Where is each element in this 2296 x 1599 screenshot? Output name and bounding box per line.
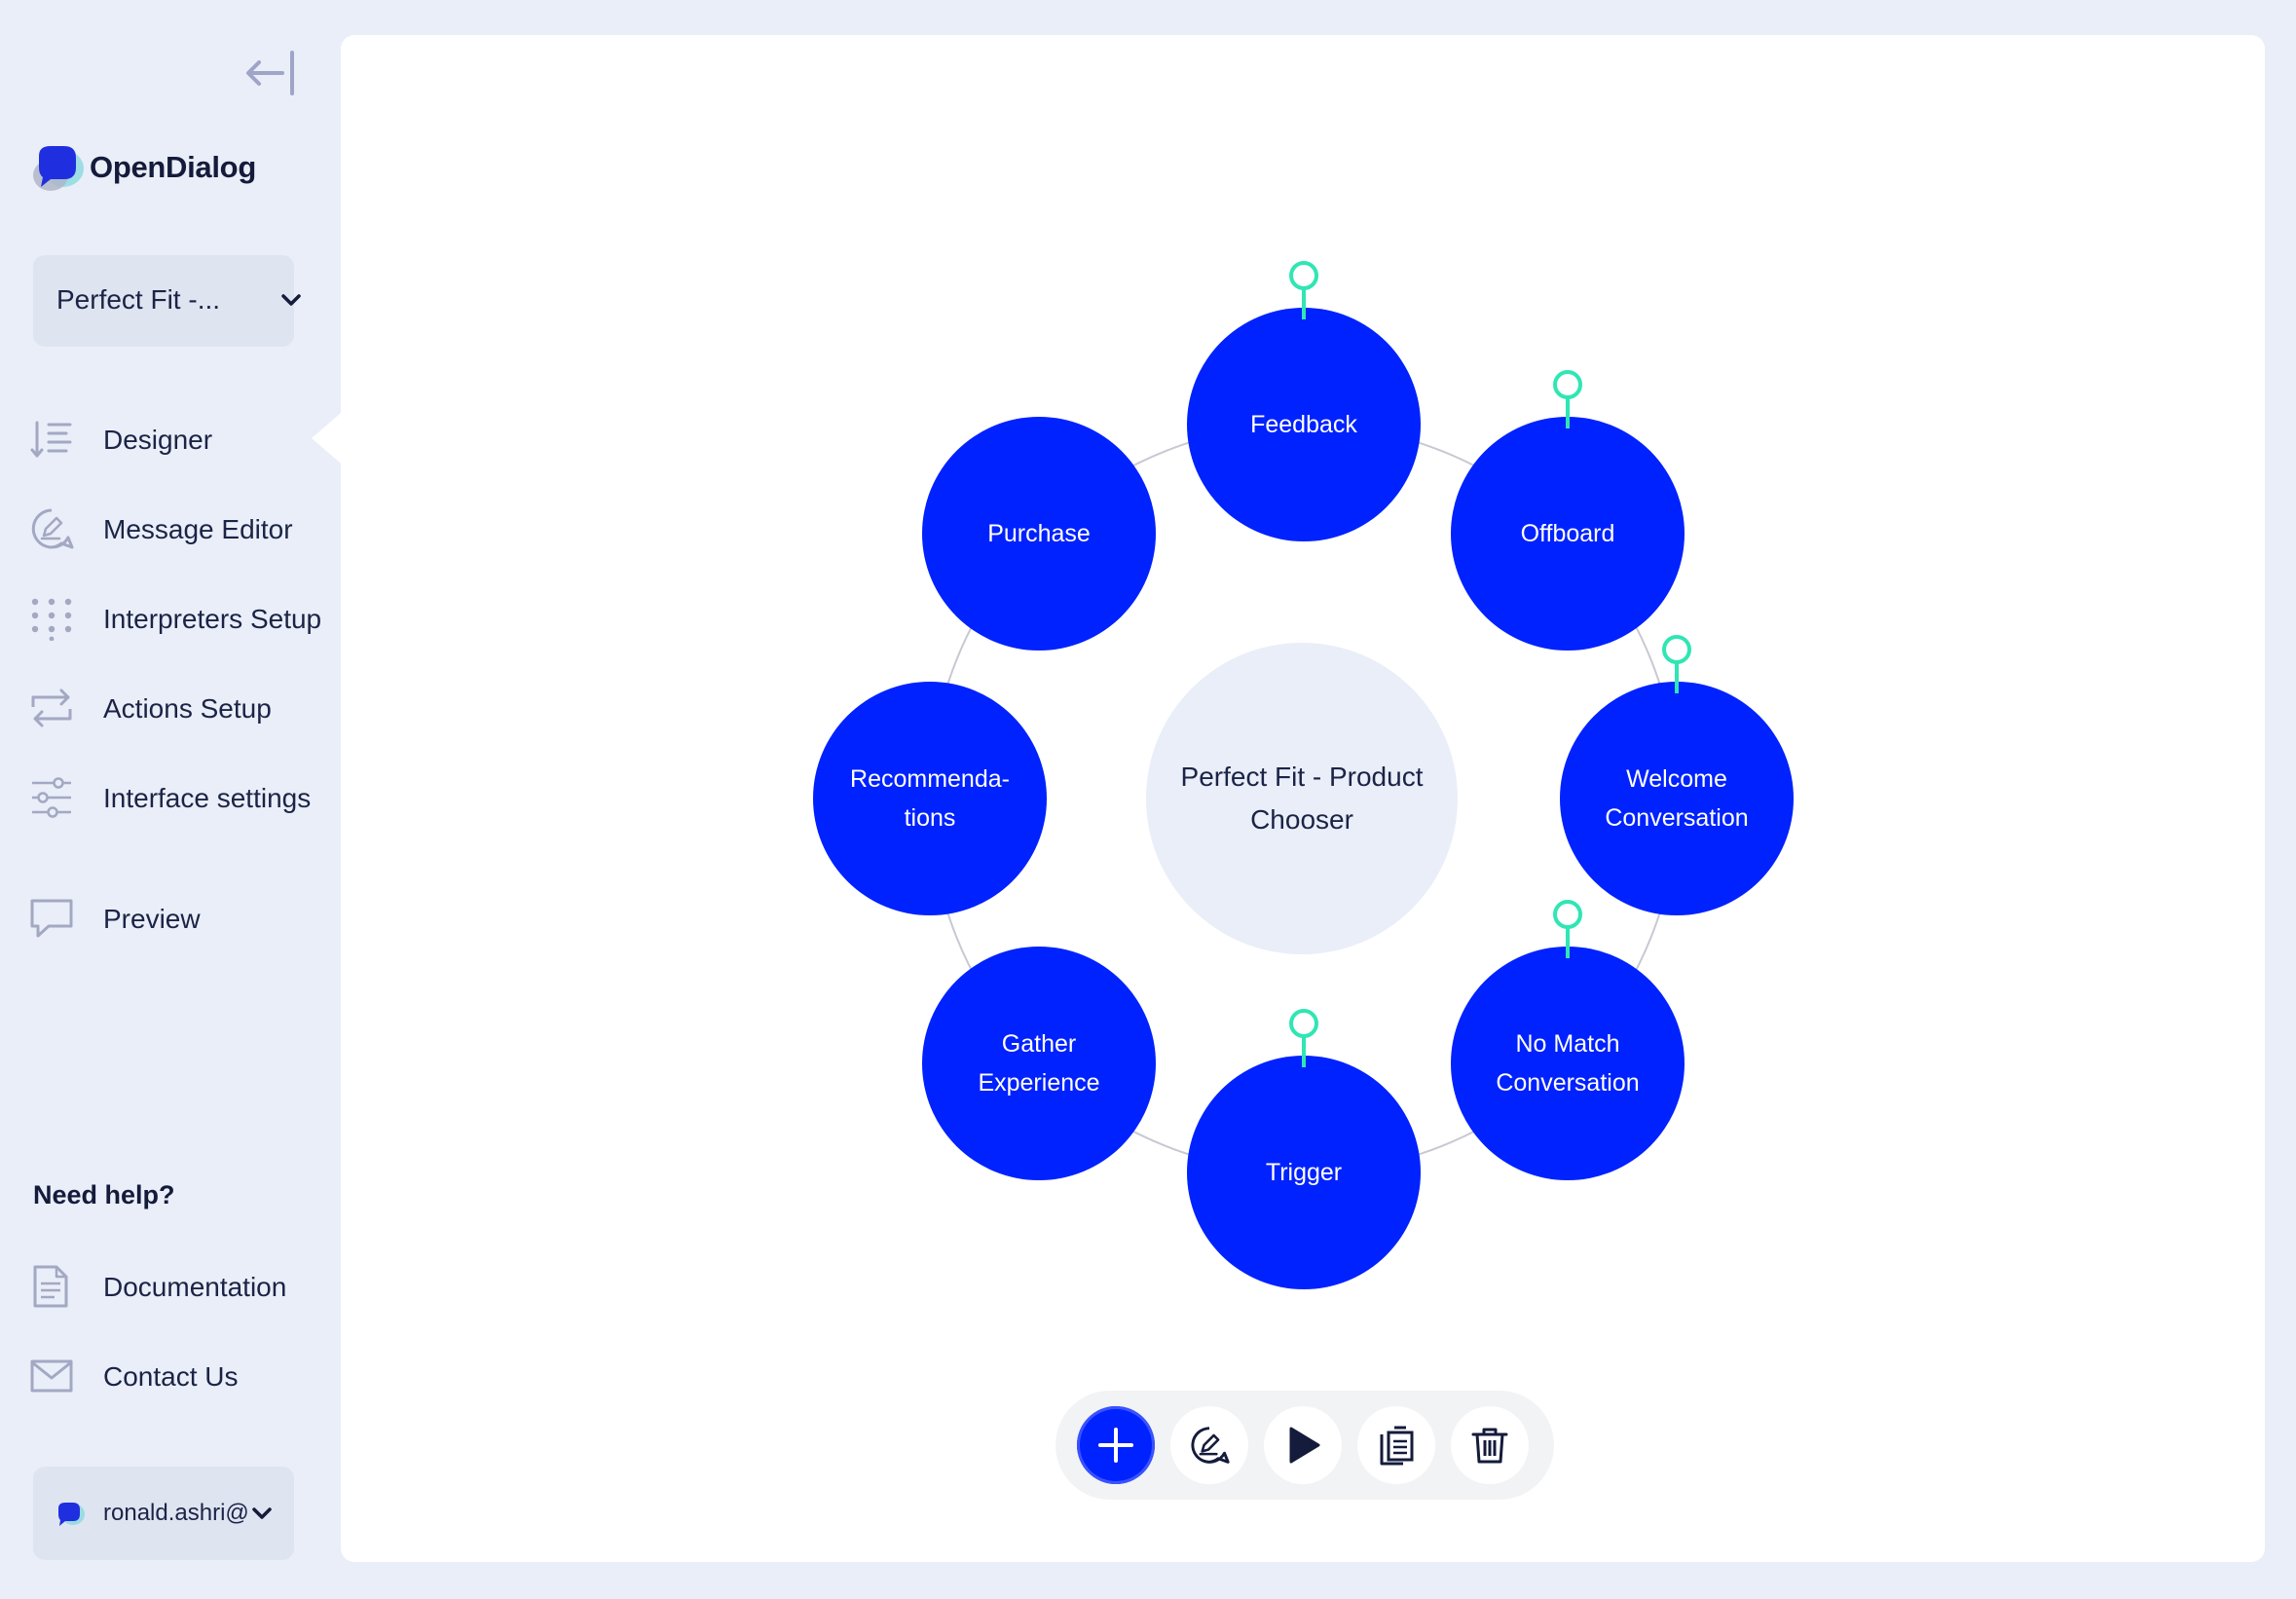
conversation-node-label: No Match Conversation bbox=[1496, 1030, 1640, 1097]
interpreters-icon bbox=[31, 598, 72, 641]
sidebar-item-documentation[interactable]: Documentation bbox=[29, 1258, 341, 1313]
conversation-node-purchase[interactable]: Purchase bbox=[922, 417, 1156, 651]
sidebar-item-label: Actions Setup bbox=[103, 693, 272, 724]
sidebar-item-message-editor[interactable]: Message Editor bbox=[29, 501, 341, 555]
conversation-node-label: Purchase bbox=[987, 520, 1091, 547]
document-icon bbox=[33, 1265, 68, 1308]
logo-text: OpenDialog bbox=[90, 150, 256, 184]
user-menu[interactable]: ronald.ashri@ bbox=[33, 1467, 294, 1560]
sidebar-item-label: Designer bbox=[103, 425, 213, 455]
edit-messages-button[interactable] bbox=[1170, 1406, 1248, 1484]
conversation-node-no-match[interactable]: No Match Conversation bbox=[1451, 947, 1685, 1180]
conversation-node-label: Welcome Conversation bbox=[1605, 765, 1749, 832]
duplicate-icon bbox=[1380, 1426, 1414, 1466]
sidebar: OpenDialog Perfect Fit -... Designer Mes… bbox=[0, 0, 341, 1599]
designer-canvas: Perfect Fit - Product Chooser Feedback O… bbox=[341, 35, 2265, 1562]
trash-icon bbox=[1471, 1428, 1508, 1464]
sidebar-item-label: Message Editor bbox=[103, 514, 293, 544]
sliders-icon bbox=[32, 777, 71, 818]
conversation-node-feedback[interactable]: Feedback bbox=[1187, 308, 1421, 541]
conversation-node-trigger[interactable]: Trigger bbox=[1187, 1056, 1421, 1289]
delete-button[interactable] bbox=[1451, 1406, 1529, 1484]
pin-icon[interactable] bbox=[1551, 368, 1584, 430]
conversation-node-label: Recommenda-tions bbox=[850, 765, 1010, 832]
designer-toolbar bbox=[1055, 1391, 1554, 1500]
duplicate-button[interactable] bbox=[1357, 1406, 1435, 1484]
sidebar-item-actions-setup[interactable]: Actions Setup bbox=[29, 680, 341, 734]
sidebar-item-contact-us[interactable]: Contact Us bbox=[29, 1348, 341, 1402]
play-icon bbox=[1289, 1427, 1320, 1464]
message-editor-icon bbox=[31, 508, 74, 549]
preview-play-button[interactable] bbox=[1264, 1406, 1342, 1484]
scenario-selector-value: Perfect Fit -... bbox=[56, 284, 221, 315]
sidebar-item-label: Documentation bbox=[103, 1272, 287, 1302]
sidebar-item-interpreters-setup[interactable]: Interpreters Setup bbox=[29, 590, 341, 645]
conversation-node-label: Gather Experience bbox=[978, 1030, 1100, 1097]
chat-edit-icon bbox=[1191, 1427, 1230, 1464]
pin-icon[interactable] bbox=[1551, 898, 1584, 960]
mail-icon bbox=[30, 1359, 73, 1393]
help-heading: Need help? bbox=[33, 1180, 175, 1209]
preview-icon bbox=[30, 899, 73, 938]
chevron-down-icon bbox=[252, 1507, 272, 1519]
opendialog-logo-icon bbox=[33, 146, 84, 191]
conversation-node-recommendations[interactable]: Recommenda-tions bbox=[813, 682, 1047, 915]
conversation-node-welcome[interactable]: Welcome Conversation bbox=[1560, 682, 1794, 915]
add-button[interactable] bbox=[1077, 1406, 1155, 1484]
opendialog-logo[interactable]: OpenDialog bbox=[31, 138, 265, 197]
sidebar-item-label: Interpreters Setup bbox=[103, 604, 322, 634]
chevron-down-icon bbox=[281, 294, 301, 306]
scenario-center-node[interactable]: Perfect Fit - Product Chooser bbox=[1146, 643, 1458, 954]
sidebar-item-designer[interactable]: Designer bbox=[29, 411, 341, 465]
conversation-node-offboard[interactable]: Offboard bbox=[1451, 417, 1685, 651]
pin-icon[interactable] bbox=[1660, 633, 1693, 695]
sidebar-item-label: Preview bbox=[103, 904, 201, 934]
active-item-indicator bbox=[312, 413, 341, 464]
sidebar-item-preview[interactable]: Preview bbox=[29, 890, 341, 945]
user-avatar-icon bbox=[58, 1503, 85, 1526]
pin-icon[interactable] bbox=[1287, 259, 1320, 321]
plus-icon bbox=[1098, 1428, 1133, 1463]
sidebar-item-label: Contact Us bbox=[103, 1361, 239, 1392]
designer-icon bbox=[30, 421, 72, 458]
scenario-center-label: Perfect Fit - Product Chooser bbox=[1180, 762, 1424, 835]
sidebar-item-label: Interface settings bbox=[103, 783, 312, 813]
sidebar-item-interface-settings[interactable]: Interface settings bbox=[29, 769, 341, 824]
conversation-node-label: Trigger bbox=[1265, 1159, 1343, 1186]
collapse-sidebar-button[interactable] bbox=[241, 49, 296, 97]
scenario-selector[interactable]: Perfect Fit -... bbox=[33, 255, 301, 347]
pin-icon[interactable] bbox=[1287, 1007, 1320, 1069]
conversation-node-label: Offboard bbox=[1520, 520, 1615, 547]
user-email: ronald.ashri@ bbox=[103, 1500, 249, 1526]
conversation-node-label: Feedback bbox=[1250, 411, 1357, 438]
actions-icon bbox=[31, 688, 72, 727]
collapse-arrow-icon bbox=[246, 51, 294, 95]
conversation-node-gather-experience[interactable]: Gather Experience bbox=[922, 947, 1156, 1180]
